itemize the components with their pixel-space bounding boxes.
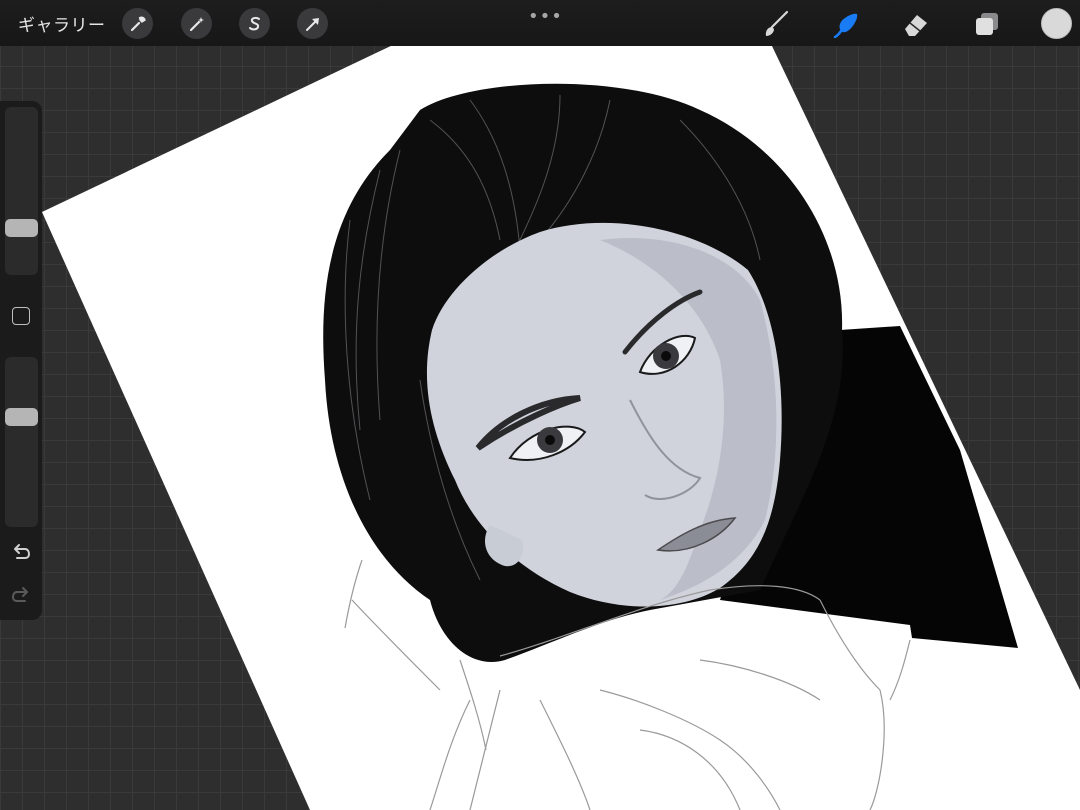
brush-size-slider[interactable] xyxy=(5,107,38,275)
eraser-icon xyxy=(905,15,927,36)
opacity-handle[interactable] xyxy=(5,408,38,426)
right-pupil xyxy=(661,351,671,361)
redo-button[interactable] xyxy=(10,584,32,606)
selection-s-icon xyxy=(248,16,260,30)
adjustments-button[interactable] xyxy=(181,8,212,39)
undo-button[interactable] xyxy=(10,541,32,563)
wrench-icon xyxy=(130,16,146,31)
transform-button[interactable] xyxy=(297,8,328,39)
color-swatch[interactable] xyxy=(1041,8,1072,39)
smudge-tool-button[interactable] xyxy=(831,8,863,40)
redo-icon xyxy=(11,587,28,602)
arrow-cursor-icon xyxy=(305,17,319,31)
layers-button[interactable] xyxy=(971,8,1003,40)
selection-button[interactable] xyxy=(239,8,270,39)
undo-icon xyxy=(14,544,31,559)
brush-icon xyxy=(765,10,789,36)
actions-button[interactable] xyxy=(122,8,153,39)
top-toolbar: ギャラリー ••• xyxy=(0,0,1080,46)
square-modify-icon[interactable] xyxy=(12,307,30,325)
brush-size-handle[interactable] xyxy=(5,219,38,237)
left-sidebar xyxy=(0,101,42,620)
brush-tool-button[interactable] xyxy=(760,8,792,40)
left-pupil xyxy=(545,435,555,445)
magic-wand-icon xyxy=(189,16,204,31)
artwork-canvas[interactable] xyxy=(0,0,1080,810)
opacity-slider[interactable] xyxy=(5,357,38,527)
more-options-button[interactable]: ••• xyxy=(528,6,563,27)
smudge-icon xyxy=(833,13,858,39)
layers-icon xyxy=(976,13,998,35)
eraser-tool-button[interactable] xyxy=(900,8,932,40)
gallery-button[interactable]: ギャラリー xyxy=(18,11,106,36)
